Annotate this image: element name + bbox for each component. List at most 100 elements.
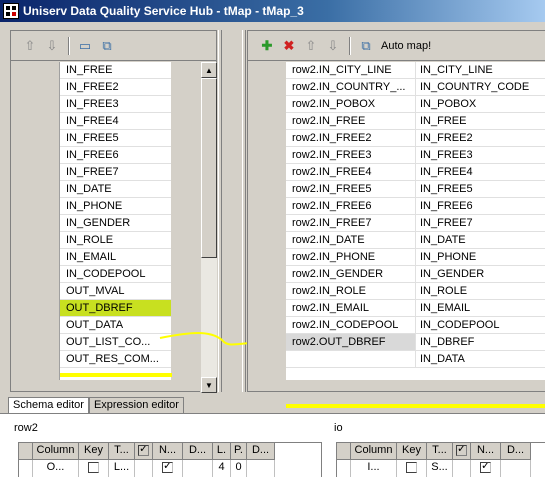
input-column-row[interactable]: OUT_RES_COM... bbox=[60, 351, 171, 368]
mapping-column-cell[interactable]: IN_PHONE bbox=[416, 249, 545, 265]
mapping-row[interactable]: row2.IN_GENDER IN_GENDER bbox=[286, 266, 545, 283]
mapping-expression-cell[interactable]: row2.IN_DATE bbox=[286, 232, 416, 248]
grid-cell[interactable] bbox=[153, 460, 183, 477]
input-column-row[interactable]: IN_DATE bbox=[60, 181, 171, 198]
mapping-row[interactable]: row2.IN_FREE4 IN_FREE4 bbox=[286, 164, 545, 181]
mapping-row[interactable]: row2.IN_FREE7 IN_FREE7 bbox=[286, 215, 545, 232]
input-column-row[interactable]: IN_FREE7 bbox=[60, 164, 171, 181]
mapping-row[interactable]: row2.IN_COUNTRY_... IN_COUNTRY_CODE bbox=[286, 79, 545, 96]
mapping-column-cell[interactable]: IN_EMAIL bbox=[416, 300, 545, 316]
grid-header-cell[interactable]: T... bbox=[427, 443, 453, 460]
down-arrow-icon[interactable]: ⇩ bbox=[43, 37, 61, 55]
mapping-expression-cell[interactable]: row2.IN_FREE6 bbox=[286, 198, 416, 214]
grid-header-cell[interactable]: Key bbox=[397, 443, 427, 460]
up-arrow-icon[interactable]: ⇧ bbox=[21, 37, 39, 55]
input-column-row[interactable]: OUT_MVAL bbox=[60, 283, 171, 300]
input-column-row[interactable]: IN_GENDER bbox=[60, 215, 171, 232]
copy-icon[interactable]: ⧉ bbox=[98, 37, 116, 55]
grid-header-cell[interactable]: Key bbox=[79, 443, 109, 460]
grid-header-cell[interactable]: N... bbox=[471, 443, 501, 460]
mapping-expression-cell[interactable]: row2.IN_FREE7 bbox=[286, 215, 416, 231]
input-column-row[interactable]: IN_FREE2 bbox=[60, 79, 171, 96]
mapping-column-cell[interactable]: IN_FREE7 bbox=[416, 215, 545, 231]
grid-header-cell[interactable]: Column bbox=[351, 443, 397, 460]
mapping-column-cell[interactable]: IN_DATA bbox=[416, 351, 545, 367]
nullable-checkbox[interactable] bbox=[162, 461, 173, 473]
input-column-row[interactable]: IN_FREE6 bbox=[60, 147, 171, 164]
input-column-row[interactable]: IN_EMAIL bbox=[60, 249, 171, 266]
scroll-down-icon[interactable]: ▼ bbox=[201, 377, 217, 393]
mapping-expression-cell[interactable]: row2.IN_GENDER bbox=[286, 266, 416, 282]
mapping-expression-cell[interactable]: row2.IN_PHONE bbox=[286, 249, 416, 265]
mapping-row[interactable]: IN_DATA bbox=[286, 351, 545, 368]
vertical-scrollbar[interactable]: ▲ ▼ bbox=[200, 62, 217, 393]
grid-cell[interactable]: 0 bbox=[231, 460, 247, 477]
mapping-column-cell[interactable]: IN_POBOX bbox=[416, 96, 545, 112]
mapping-column-cell[interactable]: IN_FREE4 bbox=[416, 164, 545, 180]
grid-cell[interactable] bbox=[501, 460, 531, 477]
down-arrow-icon[interactable]: ⇩ bbox=[324, 37, 342, 55]
mapping-expression-cell[interactable]: row2.IN_FREE2 bbox=[286, 130, 416, 146]
input-column-row[interactable]: OUT_DBREF bbox=[60, 300, 171, 317]
mapping-column-cell[interactable]: IN_COUNTRY_CODE bbox=[416, 79, 545, 95]
grid-header-cell[interactable]: L. bbox=[213, 443, 231, 460]
grid-cell[interactable]: O... bbox=[33, 460, 79, 477]
mapping-row[interactable]: row2.IN_EMAIL IN_EMAIL bbox=[286, 300, 545, 317]
add-icon[interactable]: ✚ bbox=[258, 37, 276, 55]
mapping-expression-cell[interactable] bbox=[286, 351, 416, 367]
mapping-expression-cell[interactable]: row2.IN_FREE4 bbox=[286, 164, 416, 180]
mapping-column-cell[interactable]: IN_FREE5 bbox=[416, 181, 545, 197]
checkbox-icon[interactable] bbox=[456, 444, 467, 456]
mapping-row[interactable]: row2.IN_CITY_LINE IN_CITY_LINE bbox=[286, 62, 545, 79]
key-checkbox[interactable] bbox=[88, 461, 99, 473]
mapping-row[interactable]: row2.IN_FREE5 IN_FREE5 bbox=[286, 181, 545, 198]
grid-header-cell[interactable]: P. bbox=[231, 443, 247, 460]
mapping-column-cell[interactable]: IN_GENDER bbox=[416, 266, 545, 282]
grid-cell[interactable]: 4 bbox=[213, 460, 231, 477]
grid-cell[interactable]: L... bbox=[109, 460, 135, 477]
table-view-icon[interactable]: ▭ bbox=[76, 37, 94, 55]
mapping-column-cell[interactable]: IN_FREE3 bbox=[416, 147, 545, 163]
mapping-row[interactable]: row2.IN_FREE IN_FREE bbox=[286, 113, 545, 130]
grid-row[interactable]: O... L... 40 bbox=[19, 460, 321, 477]
scroll-up-icon[interactable]: ▲ bbox=[201, 62, 217, 78]
mapping-expression-cell[interactable]: row2.IN_CODEPOOL bbox=[286, 317, 416, 333]
grid-cell[interactable] bbox=[19, 460, 33, 477]
nullable-checkbox[interactable] bbox=[480, 461, 491, 473]
tab-expression-editor[interactable]: Expression editor bbox=[88, 397, 184, 414]
grid-cell[interactable] bbox=[337, 460, 351, 477]
tab-schema-editor[interactable]: Schema editor bbox=[8, 397, 89, 414]
grid-cell[interactable] bbox=[453, 460, 471, 477]
input-column-row[interactable]: IN_CODEPOOL bbox=[60, 266, 171, 283]
input-column-row[interactable]: IN_FREE3 bbox=[60, 96, 171, 113]
grid-cell[interactable] bbox=[471, 460, 501, 477]
grid-header-cell[interactable] bbox=[453, 443, 471, 460]
mapping-column-cell[interactable]: IN_CODEPOOL bbox=[416, 317, 545, 333]
mapping-expression-cell[interactable]: row2.IN_CITY_LINE bbox=[286, 62, 416, 78]
mapping-row[interactable]: row2.IN_FREE6 IN_FREE6 bbox=[286, 198, 545, 215]
mapping-expression-cell[interactable]: row2.IN_EMAIL bbox=[286, 300, 416, 316]
mapping-column-cell[interactable]: IN_FREE bbox=[416, 113, 545, 129]
mapping-expression-cell[interactable]: row2.OUT_DBREF bbox=[286, 334, 416, 350]
grid-header-cell[interactable]: D... bbox=[183, 443, 213, 460]
mapping-expression-cell[interactable]: row2.IN_COUNTRY_... bbox=[286, 79, 416, 95]
mapping-column-cell[interactable]: IN_FREE2 bbox=[416, 130, 545, 146]
grid-cell[interactable]: I... bbox=[351, 460, 397, 477]
grid-cell[interactable]: S... bbox=[427, 460, 453, 477]
grid-header-cell[interactable]: Column bbox=[33, 443, 79, 460]
mapping-column-cell[interactable]: IN_ROLE bbox=[416, 283, 545, 299]
mapping-expression-cell[interactable]: row2.IN_FREE5 bbox=[286, 181, 416, 197]
grid-cell[interactable] bbox=[135, 460, 153, 477]
key-checkbox[interactable] bbox=[406, 461, 417, 473]
input-column-row[interactable]: OUT_LIST_CO... bbox=[60, 334, 171, 351]
mapping-column-cell[interactable]: IN_FREE6 bbox=[416, 198, 545, 214]
mapping-column-cell[interactable]: IN_DATE bbox=[416, 232, 545, 248]
mapping-row[interactable]: row2.IN_POBOX IN_POBOX bbox=[286, 96, 545, 113]
mapping-row[interactable]: row2.IN_FREE2 IN_FREE2 bbox=[286, 130, 545, 147]
grid-cell[interactable] bbox=[183, 460, 213, 477]
input-column-row[interactable]: IN_FREE5 bbox=[60, 130, 171, 147]
remove-icon[interactable]: ✖ bbox=[280, 37, 298, 55]
grid-row[interactable]: I... S... bbox=[337, 460, 545, 477]
grid-header-cell[interactable]: N... bbox=[153, 443, 183, 460]
mapping-row[interactable]: row2.IN_CODEPOOL IN_CODEPOOL bbox=[286, 317, 545, 334]
